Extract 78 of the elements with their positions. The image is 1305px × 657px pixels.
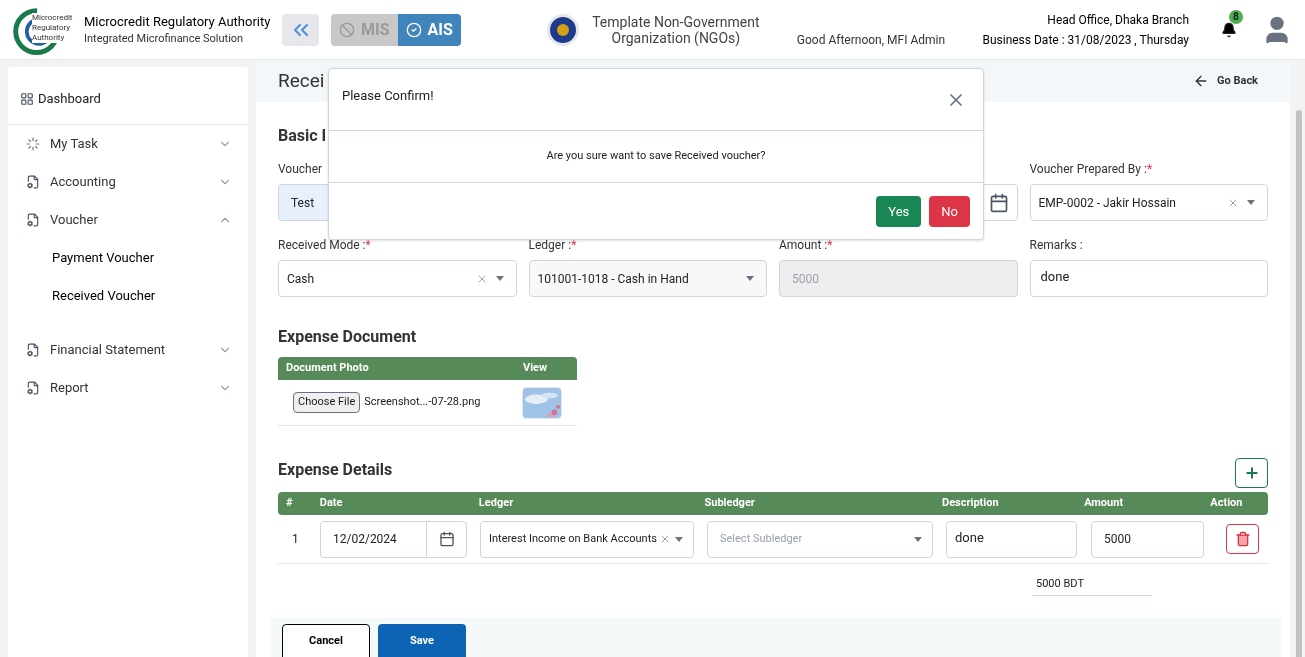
table-cell-text: 1 xyxy=(291,531,300,548)
sidebar-item[interactable]: Voucher xyxy=(8,201,248,239)
organization-title: Microcredit Regulatory Authority xyxy=(84,12,272,31)
field-label: Voucher xyxy=(278,161,324,178)
sidebar-item[interactable]: My Task xyxy=(8,125,248,163)
column-header: Document Photo xyxy=(286,360,370,377)
input-field: 5000 xyxy=(779,260,1018,297)
column-header: Date xyxy=(319,495,344,512)
field-label: Remarks : xyxy=(1029,237,1084,254)
greeting: Good Afternoon, MFI Admin xyxy=(796,31,946,49)
text-area[interactable]: done xyxy=(1029,260,1268,297)
calendar-icon[interactable] xyxy=(438,531,455,547)
notification-bell-icon[interactable] xyxy=(1221,21,1237,38)
organization-subtitle: Integrated Microfinance Solution xyxy=(84,31,245,47)
dialog-message: Are you sure want to save Received voucher? xyxy=(329,131,983,183)
section-title: Expense Details xyxy=(278,459,393,481)
text-area[interactable]: done xyxy=(946,520,1077,558)
clear-icon[interactable] xyxy=(659,533,671,545)
select-field[interactable]: Interest Income on Bank Accounts xyxy=(480,520,694,558)
notification-count: 8 xyxy=(1229,9,1243,24)
seal-emblem xyxy=(546,13,579,46)
column-header: Amount xyxy=(1084,495,1125,512)
save-button[interactable]: Save xyxy=(378,624,466,657)
field-label: Ledger :* xyxy=(528,237,578,254)
dropdown-caret-icon xyxy=(495,276,504,281)
column-header: Ledger xyxy=(478,495,515,512)
loader-icon xyxy=(26,137,40,151)
plus-icon xyxy=(1243,465,1260,481)
sidebar-item[interactable]: Financial Statement xyxy=(8,331,248,369)
column-header: Subledger xyxy=(704,495,756,512)
date-field[interactable]: 12/02/2024 xyxy=(320,520,467,558)
dropdown-caret-icon xyxy=(675,536,683,542)
yes-button[interactable]: Yes xyxy=(876,196,922,227)
document-gear-icon xyxy=(26,175,40,189)
choose-file-button[interactable]: Choose File xyxy=(293,392,361,413)
submenu-item[interactable]: Payment Voucher xyxy=(8,239,248,277)
mode-toggle[interactable]: AIS xyxy=(397,13,461,46)
calendar-icon[interactable] xyxy=(988,192,1009,213)
grid-icon xyxy=(20,92,34,106)
check-icon xyxy=(405,21,422,38)
dropdown-caret-icon xyxy=(1247,200,1255,205)
select-field[interactable]: 101001-1018 - Cash in Hand xyxy=(528,260,767,297)
input-field[interactable]: 5000 xyxy=(1091,520,1204,558)
page-title: Recei xyxy=(278,67,325,94)
section-title: Basic I xyxy=(278,125,328,147)
submenu-item[interactable]: Received Voucher xyxy=(8,277,248,315)
dialog-title: Please Confirm! xyxy=(342,87,434,105)
document-gear-icon xyxy=(26,343,40,357)
sidebar-item[interactable]: Report xyxy=(8,369,248,407)
cancel-button[interactable]: Cancel xyxy=(282,624,370,657)
business-date: Business Date : 31/08/2023 , Thursday xyxy=(982,31,1189,49)
dropdown-caret-icon xyxy=(914,536,922,542)
column-header: View xyxy=(523,360,549,377)
sidebar-item[interactable]: Dashboard xyxy=(8,74,248,125)
column-header: Description xyxy=(942,495,1000,512)
file-name: Screenshot...-07-28.png xyxy=(364,394,482,411)
field-label: Voucher Prepared By :* xyxy=(1029,161,1154,178)
section-title: Expense Document xyxy=(278,326,418,348)
column-header: # xyxy=(285,495,294,512)
collapse-button[interactable] xyxy=(282,13,319,46)
field-label: Received Mode :* xyxy=(278,237,372,254)
branch-name: Head Office, Dhaka Branch xyxy=(1046,11,1189,29)
add-button[interactable] xyxy=(1235,458,1268,488)
document-gear-icon xyxy=(26,381,40,395)
total-amount: 5000 BDT xyxy=(1032,576,1152,596)
column-header: Action xyxy=(1210,495,1244,512)
go-back-link[interactable]: Go Back xyxy=(1193,72,1258,90)
field-label: Amount :* xyxy=(779,237,834,254)
select-field[interactable]: Cash xyxy=(278,260,517,297)
ban-icon xyxy=(339,21,355,38)
organization-name: Template Non-Government Organization (NGOs) xyxy=(591,13,761,46)
document-gear-icon xyxy=(26,213,40,227)
trash-icon xyxy=(1234,531,1251,547)
no-button[interactable]: No xyxy=(929,196,970,227)
delete-button[interactable] xyxy=(1226,524,1259,554)
sidebar-item[interactable]: Accounting xyxy=(8,163,248,201)
dropdown-caret-icon xyxy=(746,276,754,281)
select-field[interactable]: EMP-0002 - Jakir Hossain xyxy=(1029,184,1268,221)
